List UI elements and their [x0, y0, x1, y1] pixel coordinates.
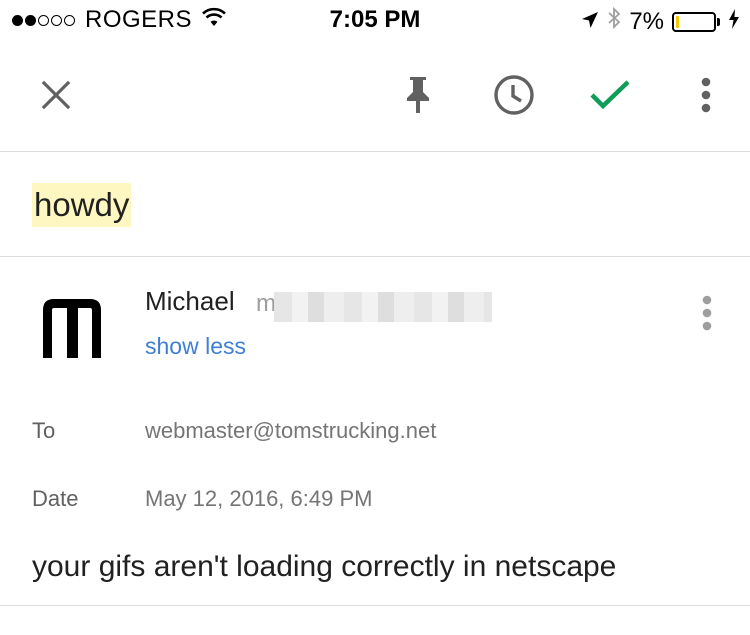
- close-button[interactable]: [31, 70, 81, 120]
- status-bar: ROGERS 7:05 PM 7%: [0, 0, 750, 40]
- snooze-button[interactable]: [489, 70, 539, 120]
- bluetooth-icon: [607, 6, 621, 37]
- date-label: Date: [32, 486, 79, 511]
- more-vert-icon: [701, 77, 711, 113]
- toolbar: [0, 40, 750, 152]
- battery-icon: [672, 11, 716, 32]
- more-vert-icon: [702, 295, 712, 331]
- battery-percent: 7%: [629, 7, 664, 35]
- clock-icon: [494, 75, 534, 115]
- mark-done-button[interactable]: [585, 70, 635, 120]
- message-more-button[interactable]: [692, 290, 722, 336]
- email-subject: howdy: [32, 183, 132, 227]
- show-less-link[interactable]: show less: [145, 333, 246, 360]
- close-icon: [41, 80, 71, 110]
- pin-icon: [407, 77, 429, 113]
- check-icon: [590, 80, 630, 110]
- to-address[interactable]: webmaster@tomstrucking.net: [145, 418, 436, 444]
- sender-name: Michael: [145, 286, 235, 316]
- sender-email-redacted: m: [256, 290, 492, 324]
- location-arrow-icon: [581, 8, 599, 36]
- date-value: May 12, 2016, 6:49 PM: [145, 486, 373, 511]
- sender-avatar[interactable]: [40, 296, 104, 358]
- redaction-blur: [274, 292, 492, 322]
- subject-row: howdy: [0, 152, 750, 257]
- charging-bolt-icon: [728, 8, 740, 36]
- sender-logo-m-icon: [43, 299, 101, 358]
- more-options-button[interactable]: [681, 70, 731, 120]
- pin-button[interactable]: [393, 70, 443, 120]
- divider: [0, 605, 750, 606]
- to-label: To: [32, 418, 56, 443]
- email-body: your gifs aren't loading correctly in ne…: [32, 550, 617, 583]
